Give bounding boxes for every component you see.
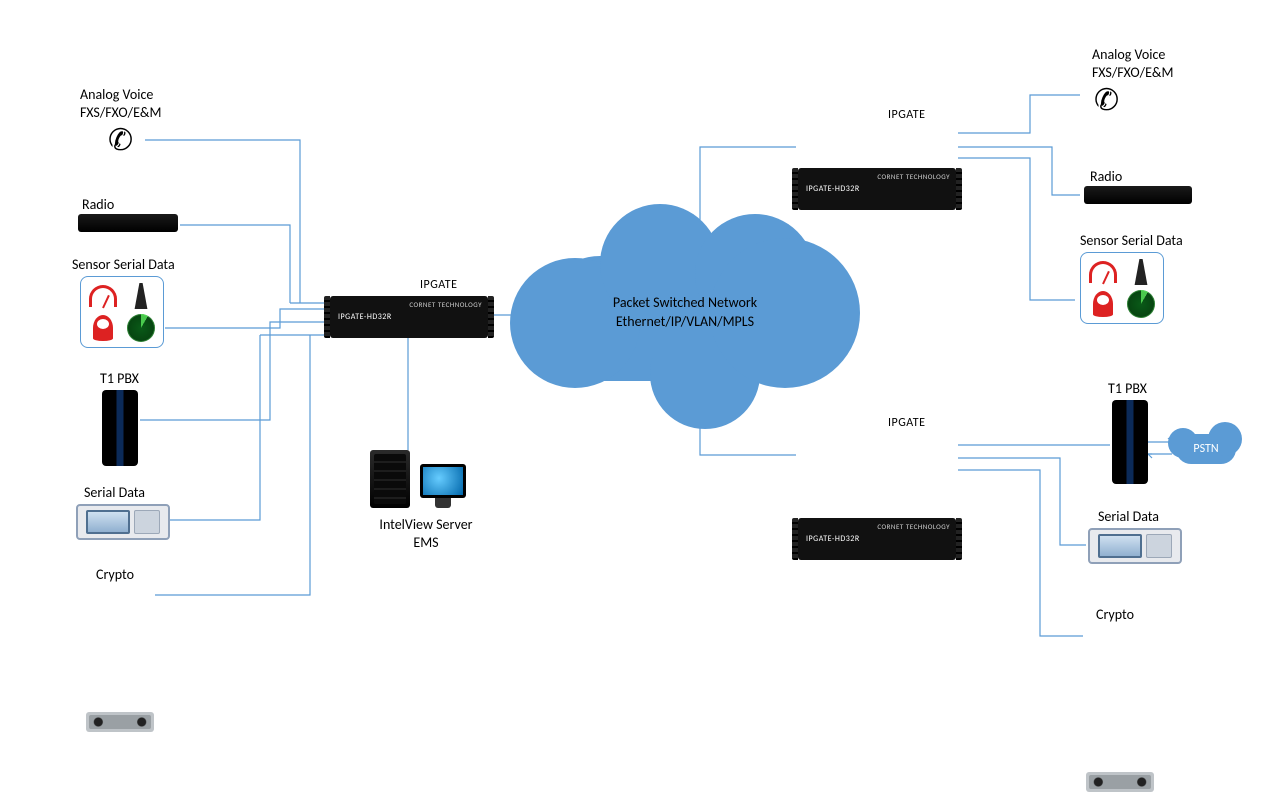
network-cloud: Packet Switched Network Ethernet/IP/VLAN… xyxy=(540,256,830,381)
radio-device-left xyxy=(78,214,178,232)
radar-icon xyxy=(124,314,158,342)
pstn-cloud: PSTN xyxy=(1176,434,1236,464)
cloud-line2: Ethernet/IP/VLAN/MPLS xyxy=(540,313,830,332)
sensor-panel-left xyxy=(80,276,164,348)
serial-device-left xyxy=(76,504,170,540)
gateway-title-left: IPGATE xyxy=(420,278,458,292)
radar-icon xyxy=(1124,290,1158,318)
location-pin-icon xyxy=(1086,290,1120,318)
right-t1pbx-label: T1 PBX xyxy=(1108,380,1147,398)
ipgate-device-upper-right: IPGATE-HD32R CORNET TECHNOLOGY xyxy=(798,168,956,210)
phone-icon: ✆ xyxy=(108,122,133,159)
gateway-vendor: CORNET TECHNOLOGY xyxy=(409,300,482,309)
right-radio-label: Radio xyxy=(1090,168,1122,186)
gateway-model: IPGATE-HD32R xyxy=(806,534,860,544)
ems-server-icon xyxy=(370,450,466,508)
ipgate-device-left: IPGATE-HD32R CORNET TECHNOLOGY xyxy=(330,296,488,338)
server-rack-icon xyxy=(370,450,410,508)
left-t1pbx-label: T1 PBX xyxy=(100,370,139,388)
ipgate-device-lower-right: IPGATE-HD32R CORNET TECHNOLOGY xyxy=(798,518,956,560)
right-crypto-label: Crypto xyxy=(1096,606,1134,624)
crypto-device-right xyxy=(1086,772,1154,792)
location-pin-icon xyxy=(86,314,120,342)
cloud-line1: Packet Switched Network xyxy=(540,294,830,313)
ems-label: IntelView Server EMS xyxy=(366,516,486,551)
left-sensor-label: Sensor Serial Data xyxy=(72,256,175,274)
left-crypto-label: Crypto xyxy=(96,566,134,584)
crypto-device-left xyxy=(86,712,154,732)
gateway-model: IPGATE-HD32R xyxy=(806,184,860,194)
gateway-title-lower-right: IPGATE xyxy=(888,416,926,430)
pbx-device-right xyxy=(1112,400,1148,484)
gateway-vendor: CORNET TECHNOLOGY xyxy=(877,172,950,181)
gauge-icon xyxy=(86,282,120,310)
phone-icon: ✆ xyxy=(1094,82,1119,119)
gateway-vendor: CORNET TECHNOLOGY xyxy=(877,522,950,531)
tower-icon xyxy=(124,282,158,310)
gateway-title-upper-right: IPGATE xyxy=(888,108,926,122)
sensor-panel-right xyxy=(1080,252,1164,324)
monitor-icon xyxy=(420,464,466,508)
gateway-model: IPGATE-HD32R xyxy=(338,312,392,322)
serial-device-right xyxy=(1088,528,1182,564)
right-sensor-label: Sensor Serial Data xyxy=(1080,232,1183,250)
left-serial-label: Serial Data xyxy=(84,484,145,502)
left-radio-label: Radio xyxy=(82,196,114,214)
gauge-icon xyxy=(1086,258,1120,286)
right-serial-label: Serial Data xyxy=(1098,508,1159,526)
tower-icon xyxy=(1124,258,1158,286)
radio-device-right xyxy=(1084,186,1192,204)
pbx-device-left xyxy=(102,390,138,466)
pstn-label: PSTN xyxy=(1176,434,1236,464)
left-analog-label: Analog Voice FXS/FXO/E&M xyxy=(80,86,161,121)
right-analog-label: Analog Voice FXS/FXO/E&M xyxy=(1092,46,1173,81)
